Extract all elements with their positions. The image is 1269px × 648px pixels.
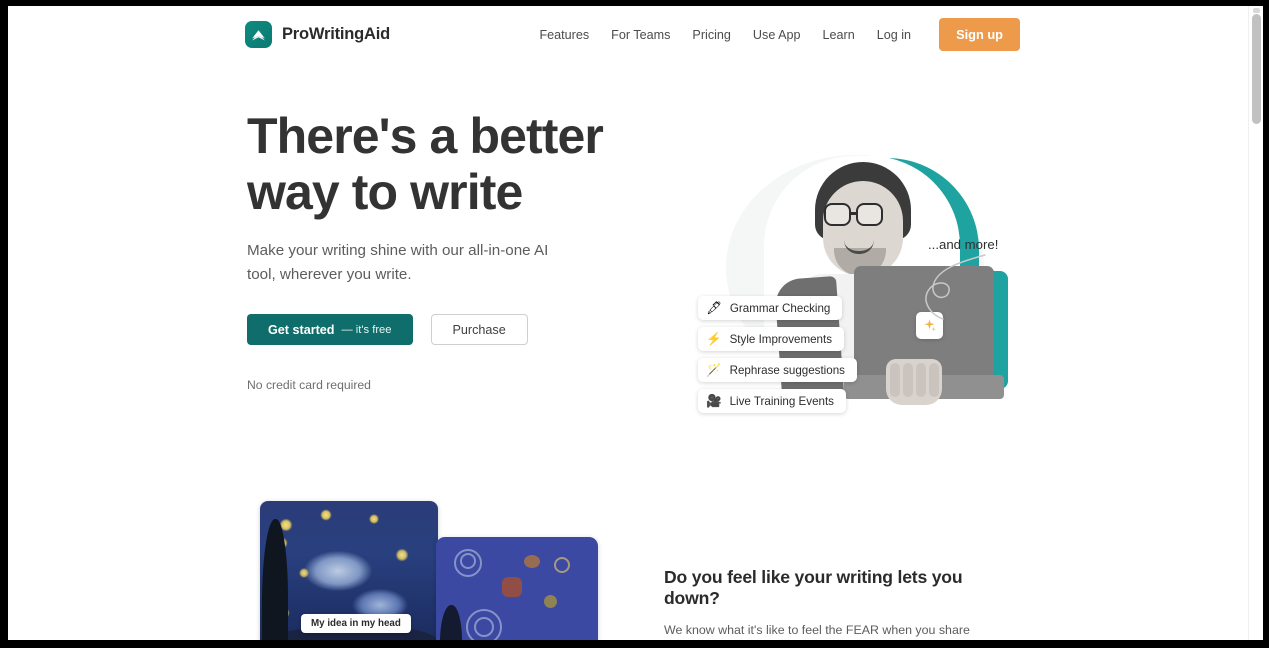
flat-starry-night-panel [436, 537, 598, 640]
lower-section-heading: Do you feel like your writing lets you d… [664, 567, 963, 608]
no-credit-card-note: No credit card required [247, 378, 371, 392]
finger [916, 363, 926, 397]
scrollbar-up-arrow[interactable] [1253, 8, 1260, 13]
finger [929, 363, 939, 397]
magic-wand-icon: 🪄 [706, 362, 722, 377]
idea-caption-label: My idea in my head [301, 614, 411, 633]
swirl-decoration [460, 553, 476, 569]
flat-cypress-tree [440, 605, 462, 640]
brand-name: ProWritingAid [282, 25, 391, 43]
lightning-bolt-icon: ⚡ [706, 331, 722, 346]
feature-badge-label: Rephrase suggestions [729, 363, 845, 377]
starry-night-cypress-tree [262, 519, 288, 640]
prowritingaid-book-logo-icon [245, 21, 272, 48]
artwork-illustration-group: My idea in my head [253, 501, 598, 640]
sign-up-button[interactable]: Sign up [939, 18, 1020, 51]
lower-copy: Do you feel like your writing lets you d… [664, 567, 1020, 640]
nav-item-features[interactable]: Features [528, 22, 600, 48]
vertical-scrollbar-thumb[interactable] [1252, 14, 1261, 124]
finger [903, 363, 913, 397]
page-viewport: ProWritingAid Features For Teams Pricing… [8, 6, 1263, 640]
swirl-decoration [474, 617, 494, 637]
nav-item-learn[interactable]: Learn [812, 22, 866, 48]
swirl-decoration [554, 557, 570, 573]
lower-section: My idea in my head Do you feel like your… [8, 483, 1248, 640]
movie-camera-icon: 🎥 [706, 393, 722, 408]
feature-badge-label: Grammar Checking [729, 301, 831, 315]
brand-logo-link[interactable]: ProWritingAid [245, 21, 390, 48]
page-content: ProWritingAid Features For Teams Pricing… [8, 6, 1248, 640]
vertical-scrollbar-track[interactable] [1248, 6, 1263, 640]
main-navigation: Features For Teams Pricing Use App Learn… [528, 18, 1020, 51]
hero-illustration: 🖋 Grammar Checking ⚡ Style Improvements … [668, 103, 1028, 433]
finger [890, 363, 900, 397]
site-header: ProWritingAid Features For Teams Pricing… [8, 6, 1248, 63]
nav-item-use-app[interactable]: Use App [742, 22, 812, 48]
glasses-lens-left [824, 203, 851, 226]
nav-item-for-teams[interactable]: For Teams [600, 22, 681, 48]
quill-pen-icon: 🖋 [706, 300, 722, 315]
glasses-bridge [850, 212, 857, 215]
hero-headline: There's a better way to write [247, 108, 604, 220]
feature-badge-label: Live Training Events [729, 394, 834, 408]
browser-window-frame: ProWritingAid Features For Teams Pricing… [0, 0, 1269, 648]
get-started-button[interactable]: Get started — it's free [247, 314, 413, 345]
nav-item-log-in[interactable]: Log in [866, 22, 922, 48]
feature-badge-grammar-checking: 🖋 Grammar Checking [698, 296, 843, 320]
feature-badge-label: Style Improvements [729, 332, 833, 346]
lower-section-paragraph: We know what it's like to feel the FEAR … [664, 623, 970, 637]
star-decoration [524, 555, 540, 568]
hero-cta-group: Get started — it's free Purchase [247, 314, 617, 345]
star-decoration [502, 577, 522, 597]
glasses-lens-right [856, 203, 883, 226]
feature-badge-rephrase-suggestions: 🪄 Rephrase suggestions [698, 358, 857, 382]
curly-arrow-squiggle-icon [925, 254, 986, 320]
hero-copy: There's a better way to write Make your … [247, 108, 617, 392]
get-started-label: Get started [268, 322, 335, 337]
feature-badge-style-improvements: ⚡ Style Improvements [698, 327, 845, 351]
purchase-button[interactable]: Purchase [430, 314, 528, 345]
hero-subheadline: Make your writing shine with our all-in-… [247, 242, 549, 283]
and-more-label: ...and more! [928, 237, 999, 252]
hero-section: There's a better way to write Make your … [8, 63, 1248, 483]
get-started-note: — it's free [341, 323, 392, 336]
star-decoration [544, 595, 557, 608]
person-hand [886, 359, 942, 405]
nav-item-pricing[interactable]: Pricing [681, 22, 742, 48]
feature-badge-live-training-events: 🎥 Live Training Events [698, 389, 846, 413]
